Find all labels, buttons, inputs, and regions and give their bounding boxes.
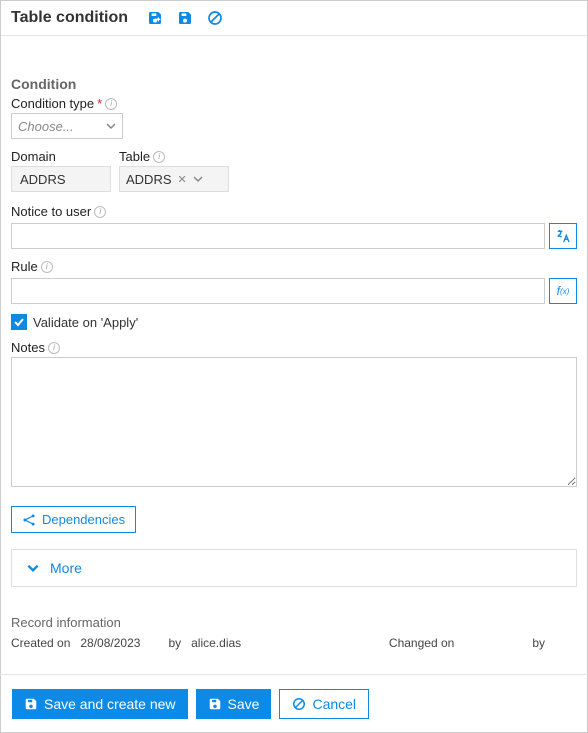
rule-label: Rule i [11,259,53,274]
validate-checkbox[interactable] [11,314,27,330]
cancel-label: Cancel [312,696,356,712]
condition-type-field: Condition type* i Choose... [11,96,577,139]
clear-icon[interactable]: ✕ [178,173,187,186]
dependencies-icon [22,513,36,527]
page-title: Table condition [11,9,128,27]
condition-type-label: Condition type* i [11,96,117,111]
record-info: Record information Created on 28/08/2023… [11,615,577,650]
domain-label: Domain [11,149,111,164]
required-marker: * [97,96,102,111]
footer-actions: Save and create new Save Cancel [0,674,588,733]
form-content: Condition Condition type* i Choose... Do… [1,36,587,660]
info-icon[interactable]: i [105,98,117,110]
info-icon[interactable]: i [94,206,106,218]
info-icon[interactable]: i [153,151,165,163]
section-heading: Condition [11,76,577,92]
translate-button[interactable] [549,223,577,249]
save-button[interactable]: Save [196,689,272,719]
notes-textarea[interactable] [11,357,577,487]
table-label-text: Table [119,149,150,164]
condition-type-label-text: Condition type [11,96,94,111]
chevron-down-icon [26,561,40,575]
domain-table-row: Domain ADDRS Table i ADDRS ✕ [11,149,577,192]
cancel-icon [292,697,306,711]
record-info-heading: Record information [11,615,577,630]
rule-label-text: Rule [11,259,38,274]
table-label: Table i [119,149,229,164]
notice-label: Notice to user i [11,204,106,219]
created-on-value: 28/08/2023 [80,636,140,650]
condition-type-select[interactable]: Choose... [11,113,123,139]
more-label: More [50,560,82,576]
notice-input[interactable] [11,223,545,249]
save-create-new-icon[interactable] [146,9,164,27]
notice-field: Notice to user i [11,204,577,249]
dependencies-label: Dependencies [42,512,125,527]
validate-checkbox-row: Validate on 'Apply' [11,314,577,330]
rule-field: Rule i f(x) [11,259,577,304]
chevron-down-icon [193,174,203,184]
dependencies-button[interactable]: Dependencies [11,506,136,533]
save-icon[interactable] [176,9,194,27]
chevron-down-icon [106,121,116,131]
created-on-label: Created on [11,636,70,650]
function-button[interactable]: f(x) [549,278,577,304]
more-toggle[interactable]: More [11,549,577,587]
save-create-new-button[interactable]: Save and create new [12,689,188,719]
changed-on-label: Changed on [389,636,454,650]
record-line: Created on 28/08/2023 by alice.dias Chan… [11,636,577,650]
table-select[interactable]: ADDRS ✕ [119,166,229,192]
notes-field: Notes i [11,340,577,490]
cancel-button[interactable]: Cancel [279,689,369,719]
changed-by-label: by [532,636,545,650]
info-icon[interactable]: i [48,342,60,354]
notes-label: Notes i [11,340,60,355]
created-by-label: by [168,636,181,650]
info-icon[interactable]: i [41,261,53,273]
save-create-new-icon [24,697,38,711]
save-icon [208,697,222,711]
created-by-value: alice.dias [191,636,241,650]
table-field: Table i ADDRS ✕ [119,149,229,192]
page-header: Table condition [1,1,587,36]
notes-label-text: Notes [11,340,45,355]
domain-field: Domain ADDRS [11,149,111,192]
rule-input[interactable] [11,278,545,304]
notice-label-text: Notice to user [11,204,91,219]
validate-label: Validate on 'Apply' [33,315,138,330]
save-create-new-label: Save and create new [44,696,176,712]
table-value: ADDRS [126,172,172,187]
domain-value: ADDRS [11,166,111,192]
condition-type-placeholder: Choose... [18,119,74,134]
save-label: Save [228,696,260,712]
cancel-icon[interactable] [206,9,224,27]
